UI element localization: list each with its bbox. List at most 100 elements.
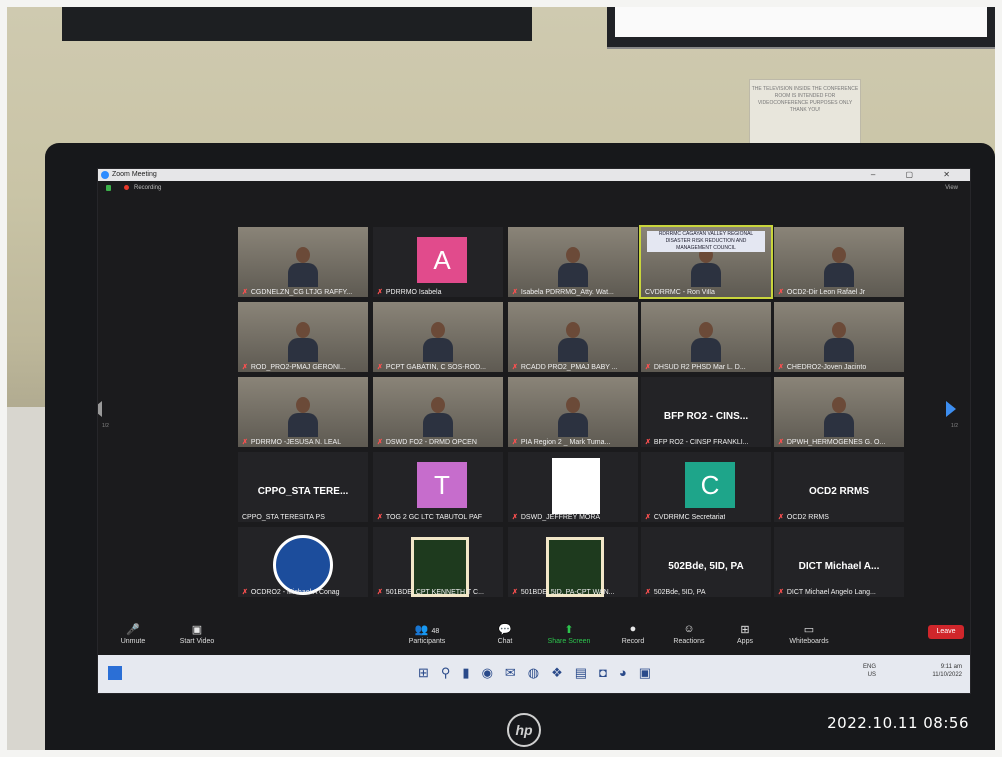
participant-video bbox=[423, 397, 453, 437]
participant-tile[interactable]: C ✗ CVDRRMC Secretariat bbox=[641, 452, 771, 522]
participant-tile[interactable]: ✗ DSWD FO2 - DRMD OPCEN bbox=[373, 377, 503, 447]
mic-muted-icon: ✗ bbox=[512, 514, 518, 521]
participant-tile[interactable]: 502Bde, 5ID, PA ✗ 502Bde, 5ID, PA bbox=[641, 527, 771, 597]
taskbar-app-icons[interactable]: ⊞⚲▮◉✉◍❖▤◘◕▣ bbox=[418, 665, 663, 681]
apps-icon: ⊞ bbox=[740, 624, 750, 636]
participant-name: ✗ DICT Michael Angelo Lang... bbox=[778, 588, 876, 596]
participant-name: ✗ DSWD FO2 - DRMD OPCEN bbox=[377, 438, 477, 446]
participant-tile[interactable]: ✗ OCDRO2 - Michael A Conag bbox=[238, 527, 368, 597]
participant-name: ✗ BFP RO2 - CINSP FRANKLI... bbox=[645, 438, 749, 446]
share-screen-button[interactable]: ⬆ Share Screen bbox=[534, 619, 604, 645]
participant-tile[interactable]: DICT Michael A... ✗ DICT Michael Angelo La… bbox=[774, 527, 904, 597]
awareness-ribbon-icon bbox=[552, 458, 600, 514]
prev-page-arrow-icon[interactable] bbox=[98, 401, 102, 417]
participant-name-text: ROD_PRO2-PMAJ GERONI... bbox=[250, 364, 346, 371]
apps-label: Apps bbox=[737, 638, 753, 645]
participant-tile[interactable]: ✗ Isabela PDRRMO_Atty. Wat... bbox=[508, 227, 638, 297]
unmute-button[interactable]: 🎤 Unmute bbox=[98, 619, 168, 645]
video-caption: RDRRMC CAGAYAN VALLEY REGIONAL DISASTER … bbox=[647, 231, 765, 252]
participant-display-name: CPPO_STA TERE... bbox=[257, 486, 349, 497]
participant-video bbox=[824, 247, 854, 287]
windows-taskbar: ⊞⚲▮◉✉◍❖▤◘◕▣ ENG US 9:11 am 11/10/2022 bbox=[98, 655, 970, 693]
participant-tile[interactable]: T ✗ TOG 2 GC LTC TABUTOL PAF bbox=[373, 452, 503, 522]
participant-name: ✗ CHEDRO2-Joven Jacinto bbox=[778, 363, 866, 371]
record-dot-icon bbox=[124, 185, 129, 190]
mic-muted-icon: ✗ bbox=[512, 589, 518, 596]
clock-time: 9:11 am bbox=[940, 664, 962, 670]
next-page-arrow-icon[interactable] bbox=[946, 401, 956, 417]
window-controls[interactable]: – ▢ ✕ bbox=[871, 169, 964, 181]
participant-name-text: OCD2-Dir Leon Rafael Jr bbox=[786, 289, 866, 296]
participant-tile[interactable]: ✗ CHEDRO2-Joven Jacinto bbox=[774, 302, 904, 372]
share-screen-label: Share Screen bbox=[547, 638, 591, 645]
participant-name-text: RCADD PRO2_PMAJ BABY ... bbox=[520, 364, 618, 371]
mic-muted-icon: ✗ bbox=[377, 364, 383, 371]
apps-button[interactable]: ⊞ Apps bbox=[710, 619, 780, 645]
mic-muted-icon: ✗ bbox=[377, 439, 383, 446]
participant-tile[interactable]: ✗ DHSUD R2 PHSD Mar L. D... bbox=[641, 302, 771, 372]
participant-tile[interactable]: ✗ DSWD_JEFFREY MORA bbox=[508, 452, 638, 522]
participant-name-text: DSWD FO2 - DRMD OPCEN bbox=[385, 439, 477, 446]
wall-tv bbox=[62, 7, 532, 41]
mic-muted-icon: ✗ bbox=[645, 439, 651, 446]
participant-tile[interactable]: CPPO_STA TERE... CPPO_STA TERESITA PS bbox=[238, 452, 368, 522]
participant-tile[interactable]: ✗ CGDNELZN_CG LTJG RAFFY... bbox=[238, 227, 368, 297]
participant-video bbox=[558, 247, 588, 287]
participant-video bbox=[288, 397, 318, 437]
share-screen-icon: ⬆ bbox=[564, 624, 574, 636]
participant-tile[interactable]: RDRRMC CAGAYAN VALLEY REGIONAL DISASTER … bbox=[639, 225, 773, 299]
lang-label: ENG bbox=[862, 664, 876, 670]
participant-tile[interactable]: ✗ 501BDE, CPT KENNETH T C... bbox=[373, 527, 503, 597]
wall-monitor bbox=[607, 7, 995, 49]
participant-tile[interactable]: ✗ DPWH_HERMOGENES G. O... bbox=[774, 377, 904, 447]
participant-name: ✗ Isabela PDRRMO_Atty. Wat... bbox=[512, 288, 614, 296]
leave-button[interactable]: Leave bbox=[928, 625, 964, 639]
chat-icon: 💬 bbox=[498, 624, 512, 636]
mic-muted-icon: ✗ bbox=[645, 364, 651, 371]
participant-name: ✗ PCPT GABATIN, C SOS-ROD... bbox=[377, 363, 486, 371]
participant-name-text: CVDRRMC - Ron Villa bbox=[645, 289, 715, 296]
participant-name-text: TOG 2 GC LTC TABUTOL PAF bbox=[385, 514, 483, 521]
participant-name: ✗ DHSUD R2 PHSD Mar L. D... bbox=[645, 363, 746, 371]
participant-tile[interactable]: ✗ RCADD PRO2_PMAJ BABY ... bbox=[508, 302, 638, 372]
mic-muted-icon: ✗ bbox=[242, 439, 248, 446]
participant-name-text: CGDNELZN_CG LTJG RAFFY... bbox=[250, 289, 353, 296]
language-indicator[interactable]: ENG US bbox=[863, 663, 876, 679]
windows-start-icon[interactable] bbox=[108, 666, 122, 680]
page-indicator-left: 1/2 bbox=[102, 423, 109, 429]
mic-muted-icon: 🎤 bbox=[126, 624, 140, 636]
participant-name-text: CPPO_STA TERESITA PS bbox=[242, 514, 325, 521]
participant-video bbox=[558, 397, 588, 437]
participant-tile[interactable]: A ✗ PDRRMO Isabela bbox=[373, 227, 503, 297]
participant-tile[interactable]: ✗ ROD_PRO2-PMAJ GERONI... bbox=[238, 302, 368, 372]
whiteboards-button[interactable]: ▭ Whiteboards bbox=[774, 619, 844, 645]
participant-display-name: OCD2 RRMS bbox=[808, 486, 869, 497]
participant-name-text: OCDRO2 - Michael A Conag bbox=[250, 589, 340, 596]
participant-tile[interactable]: ✗ PCPT GABATIN, C SOS-ROD... bbox=[373, 302, 503, 372]
view-button[interactable]: View bbox=[945, 181, 958, 195]
avatar: T bbox=[417, 462, 467, 508]
clock-date: 11/10/2022 bbox=[932, 672, 962, 678]
participant-video bbox=[288, 247, 318, 287]
participant-tile[interactable]: ✗ PDRRMO -JESUSA N. LEAL bbox=[238, 377, 368, 447]
participant-name: ✗ PIA Region 2 _ Mark Tuma... bbox=[512, 438, 610, 446]
participant-tile[interactable]: ✗ PIA Region 2 _ Mark Tuma... bbox=[508, 377, 638, 447]
participants-button[interactable]: 👥 48 Participants bbox=[392, 619, 462, 645]
participant-display-name: DICT Michael A... bbox=[798, 561, 880, 572]
start-video-button[interactable]: ▣ Start Video bbox=[162, 619, 232, 645]
participant-name: ✗ TOG 2 GC LTC TABUTOL PAF bbox=[377, 513, 482, 521]
participant-tile[interactable]: ✗ 501BDE, 5ID, PA-CPT WAN... bbox=[508, 527, 638, 597]
chat-button[interactable]: 💬 Chat bbox=[470, 619, 540, 645]
mic-muted-icon: ✗ bbox=[778, 289, 784, 296]
meeting-toolbar: 🎤 Unmute ▣ Start Video 👥 48 Participants… bbox=[98, 619, 970, 655]
participant-tile[interactable]: ✗ OCD2-Dir Leon Rafael Jr bbox=[774, 227, 904, 297]
record-label: Record bbox=[621, 638, 645, 645]
recording-label: Recording bbox=[134, 185, 162, 191]
participant-tile[interactable]: BFP RO2 - CINS... ✗ BFP RO2 - CINSP FRANKL… bbox=[641, 377, 771, 447]
participant-tile[interactable]: OCD2 RRMS ✗ OCD2 RRMS bbox=[774, 452, 904, 522]
system-tray: ENG US 9:11 am 11/10/2022 bbox=[863, 663, 962, 679]
participants-label: Participants bbox=[408, 638, 446, 645]
participant-video bbox=[824, 322, 854, 362]
participant-count: 48 bbox=[431, 628, 440, 635]
mic-muted-icon: ✗ bbox=[512, 364, 518, 371]
